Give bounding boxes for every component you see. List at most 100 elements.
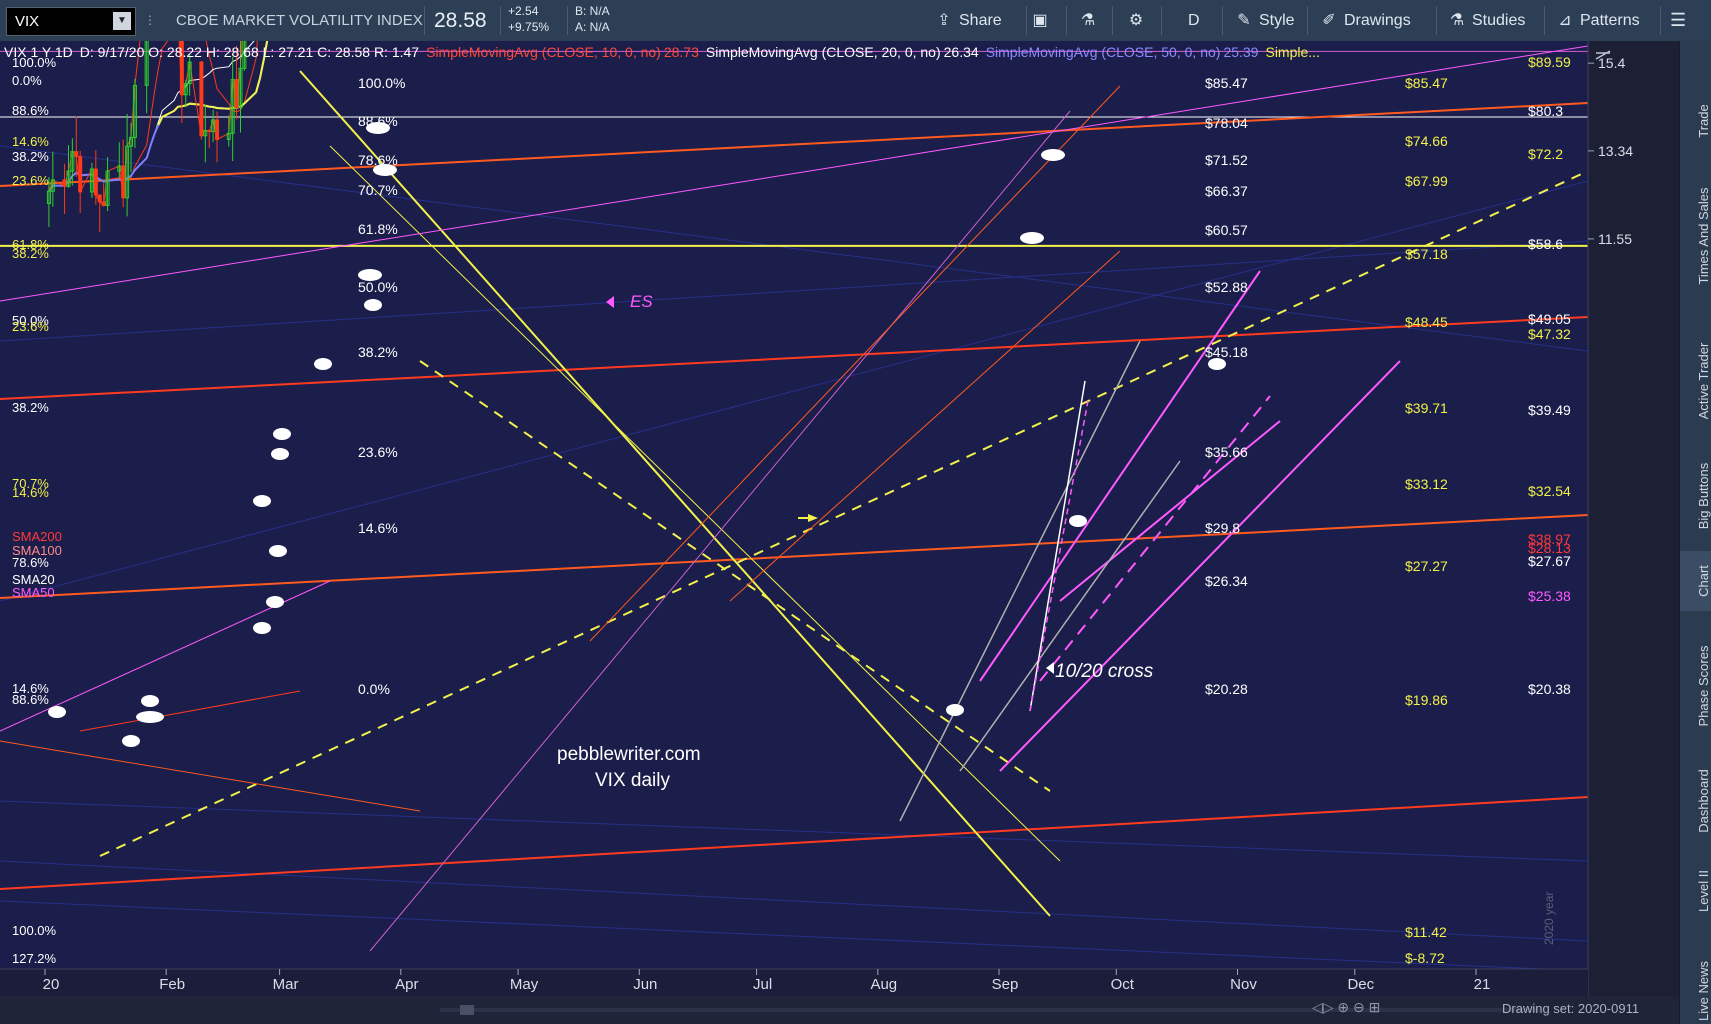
white-oval-marker: [48, 706, 66, 718]
x-tick-label: Aug: [870, 976, 897, 993]
symbol-info: VIX 1 Y 1D: [4, 44, 73, 60]
candle-down: [199, 61, 204, 137]
right-level-label: $49.05: [1528, 311, 1571, 327]
style-label: Style: [1259, 12, 1295, 29]
x-tick-label: Nov: [1230, 976, 1257, 993]
sma50-legend[interactable]: SimpleMovingAvg (CLOSE, 50, 0, no): [986, 44, 1221, 60]
white-oval-marker: [269, 545, 287, 557]
white-oval-marker: [271, 448, 289, 460]
center-fib-label: 0.0%: [358, 681, 390, 697]
left-level-label: 23.6%: [12, 319, 49, 334]
studies-button[interactable]: ⚗ Studies: [1448, 4, 1526, 37]
top-toolbar: VIX ▼ ⋮ CBOE MARKET VOLATILITY INDEX 28.…: [0, 0, 1711, 42]
drawings-button[interactable]: ✐ Drawings: [1320, 4, 1410, 37]
candle-down: [62, 179, 67, 187]
white-oval-marker: [253, 622, 271, 634]
right-level-label: $47.32: [1528, 326, 1571, 342]
right-level-label: $39.49: [1528, 402, 1571, 418]
link-icon[interactable]: ⋮: [144, 0, 156, 41]
pencil-icon: ✐: [1322, 12, 1336, 29]
white-level-label: $35.66: [1205, 444, 1248, 460]
instrument-title: CBOE MARKET VOLATILITY INDEX: [176, 12, 423, 29]
y-axis-panel: [1588, 41, 1679, 996]
yellow-level-label: $19.86: [1405, 692, 1448, 708]
white-oval-marker: [136, 711, 164, 723]
center-fib-label: 88.6%: [358, 113, 398, 129]
white-level-label: $26.34: [1205, 573, 1248, 589]
center-fib-label: 14.6%: [358, 520, 398, 536]
camera-icon: ▣: [1032, 12, 1048, 29]
flask-button[interactable]: ⚗: [1079, 4, 1103, 37]
divider: [1307, 6, 1308, 35]
share-icon: ⇪: [937, 12, 951, 29]
menu-button[interactable]: ☰: [1670, 4, 1686, 37]
side-tab-label: Active Trader: [1696, 342, 1711, 420]
bottom-bar: ◁▷ ⊕ ⊖ ⊞ Drawing set: 2020-0911: [0, 996, 1679, 1024]
center-fib-label: 70.7%: [358, 182, 398, 198]
zoom-controls[interactable]: ◁▷ ⊕ ⊖ ⊞: [1312, 999, 1380, 1016]
sma10-legend[interactable]: SimpleMovingAvg (CLOSE, 10, 0, no): [426, 44, 661, 60]
sma20-legend[interactable]: SimpleMovingAvg (CLOSE, 20, 0, no): [706, 44, 941, 60]
side-tab-phase-scores[interactable]: Phase Scores: [1680, 621, 1711, 751]
center-fib-label: 38.2%: [358, 344, 398, 360]
center-fib-label: 23.6%: [358, 444, 398, 460]
white-oval-marker: [1020, 232, 1044, 244]
divider: [1660, 6, 1661, 35]
divider: [567, 6, 568, 35]
style-button[interactable]: ✎ Style: [1235, 4, 1295, 37]
symbol-dropdown-icon[interactable]: ▼: [113, 12, 131, 30]
sma10-value: 28.73: [663, 44, 699, 60]
share-label: Share: [959, 12, 1002, 29]
sma20-value: 26.34: [943, 44, 979, 60]
period-button[interactable]: D: [1188, 4, 1200, 37]
left-level-label: 38.2%: [12, 246, 49, 261]
white-oval-marker: [141, 695, 159, 707]
gear-icon: ⚙: [1128, 12, 1144, 29]
x-axis: 20 Feb Mar Apr May Jun Jul Aug Sep Oct Nov Dec 21: [0, 968, 1588, 996]
divider: [1436, 6, 1437, 35]
side-tab-live-news[interactable]: Live News: [1680, 941, 1711, 1024]
studies-label: Studies: [1472, 12, 1526, 29]
side-tab-times-and-sales[interactable]: Times And Sales: [1680, 161, 1711, 311]
white-oval-marker: [273, 428, 291, 440]
x-tick-label: Dec: [1347, 976, 1374, 993]
patterns-label: Patterns: [1580, 12, 1640, 29]
menu-icon: ☰: [1670, 10, 1687, 30]
left-level-label: 88.6%: [12, 692, 49, 707]
side-tab-chart[interactable]: Chart: [1680, 551, 1711, 611]
divider: [1544, 6, 1545, 35]
sma50-value: 25.39: [1223, 44, 1259, 60]
side-tab-trade[interactable]: Trade: [1680, 81, 1711, 161]
chart-app: VIX ▼ ⋮ CBOE MARKET VOLATILITY INDEX 28.…: [0, 0, 1711, 1024]
more-studies[interactable]: Simple...: [1265, 44, 1319, 60]
side-tab-label: Live News: [1696, 961, 1711, 1021]
side-tab-big-buttons[interactable]: Big Buttons: [1680, 446, 1711, 546]
white-oval-marker: [266, 596, 284, 608]
left-level-label: SMA200: [12, 529, 62, 544]
candle-down: [234, 79, 239, 109]
symbol-input[interactable]: VIX ▼: [6, 7, 136, 36]
x-tick-label: Feb: [159, 976, 185, 993]
side-tab-active-trader[interactable]: Active Trader: [1680, 321, 1711, 441]
x-tick-label: 20: [43, 976, 60, 993]
yellow-level-label: $48.45: [1405, 314, 1448, 330]
price-chart[interactable]: 100.0%0.0%88.6%14.6%38.2%23.6%61.8%38.2%…: [0, 41, 1679, 996]
share-button[interactable]: ⇪ Share: [935, 4, 1002, 37]
side-tab-level-ii[interactable]: Level II: [1680, 851, 1711, 931]
left-level-label: 78.6%: [12, 555, 49, 570]
divider: [1222, 6, 1223, 35]
candle-down: [78, 155, 83, 193]
right-level-label: $25.38: [1528, 588, 1571, 604]
settings-button[interactable]: ⚙: [1127, 4, 1151, 37]
screenshot-button[interactable]: ▣: [1031, 4, 1055, 37]
white-oval-marker: [1041, 149, 1065, 161]
y-tick-label: 15.4: [1598, 55, 1625, 71]
yellow-level-label: $11.42: [1405, 924, 1447, 940]
right-level-label: $58.6: [1528, 236, 1563, 252]
yellow-level-label: $-8.72: [1405, 950, 1445, 966]
side-tab-label: Dashboard: [1696, 769, 1711, 833]
side-tab-dashboard[interactable]: Dashboard: [1680, 756, 1711, 846]
side-tab-label: Chart: [1696, 565, 1711, 597]
patterns-button[interactable]: ⊿ Patterns: [1556, 4, 1640, 37]
left-level-label: 100.0%: [12, 923, 57, 938]
